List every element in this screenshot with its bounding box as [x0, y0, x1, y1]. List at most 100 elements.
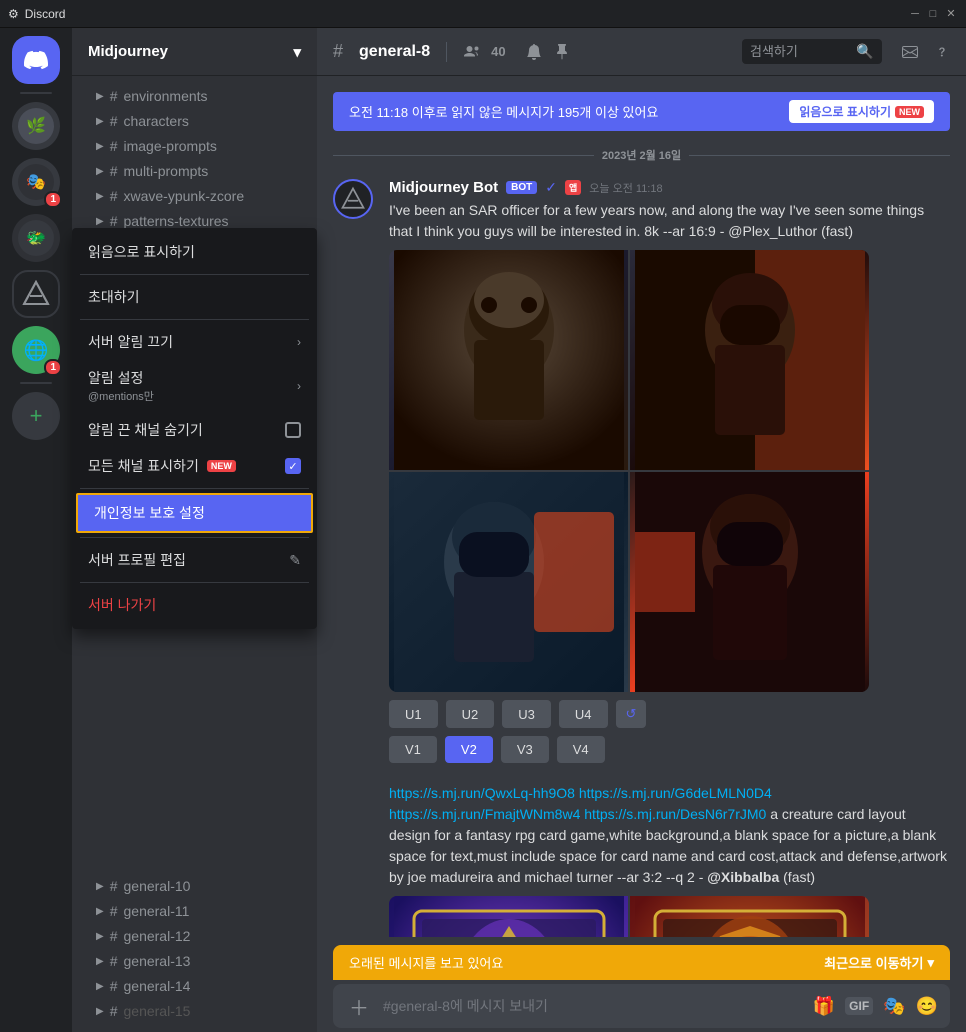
link-4[interactable]: https://s.mj.run/DesN6r7rJM0 [584, 806, 766, 822]
link-3[interactable]: https://s.mj.run/FmajtWNm8w4 [389, 806, 580, 822]
channel-arrow: ▶ [96, 191, 104, 202]
mark-read-button[interactable]: 읽음으로 표시하기 NEW [789, 100, 934, 123]
svg-text:🌿: 🌿 [26, 116, 46, 135]
channel-item-xwave[interactable]: ▶ # xwave-ypunk-zcore [80, 184, 309, 208]
add-attachment-button[interactable]: ＋ [345, 992, 373, 1020]
channel-arrow: ▶ [96, 981, 104, 992]
messages-area[interactable]: 오전 11:18 이후로 읽지 않은 메시지가 195개 이상 있어요 읽음으로… [317, 76, 966, 937]
channel-item-environments[interactable]: ▶ # environments [80, 84, 309, 108]
sticker-icon[interactable]: 🎭 [883, 996, 905, 1017]
search-input[interactable] [750, 44, 850, 59]
notification-badge-4: 1 [44, 359, 62, 376]
message-2-links: https://s.mj.run/QwxLq-hh9O8 https://s.m… [389, 783, 950, 888]
channel-item-general-15[interactable]: ▶ # general-15 [80, 999, 309, 1023]
channel-hash-icon: # [110, 978, 118, 994]
message-input[interactable] [383, 998, 803, 1014]
link-2[interactable]: https://s.mj.run/G6deLMLN0D4 [579, 785, 772, 801]
channel-hash-icon: # [110, 213, 118, 229]
channel-item-general-11[interactable]: ▶ # general-11 [80, 899, 309, 923]
context-notification-settings[interactable]: 알림 설정 @mentions만 › [72, 360, 317, 412]
context-invite[interactable]: 초대하기 [72, 279, 317, 315]
u4-button[interactable]: U4 [559, 700, 608, 728]
server-icon-3[interactable]: 🐲 [12, 214, 60, 262]
titlebar-left: ⚙ Discord [8, 7, 65, 21]
gift-icon[interactable]: 🎁 [813, 996, 835, 1017]
emoji-icon[interactable]: 😊 [916, 996, 938, 1017]
channel-hash-icon: # [110, 953, 118, 969]
context-privacy-settings[interactable]: 개인정보 보호 설정 [76, 493, 313, 533]
context-menu: 읽음으로 표시하기 초대하기 서버 알림 끄기 › 알림 설정 @mention… [72, 228, 317, 629]
checkbox-icon [285, 422, 301, 438]
server-header[interactable]: Midjourney ▾ [72, 28, 317, 76]
minimize-button[interactable]: ─ [908, 7, 922, 21]
channel-item-image-prompts[interactable]: ▶ # image-prompts [80, 134, 309, 158]
message-2-spacer [333, 783, 373, 937]
old-messages-notice: 오래된 메시지를 보고 있어요 최근으로 이동하기 ▾ [333, 945, 950, 980]
channel-item-general-14[interactable]: ▶ # general-14 [80, 974, 309, 998]
channel-header-name: general-8 [359, 43, 430, 61]
titlebar-controls[interactable]: ─ □ ✕ [908, 7, 958, 21]
channel-item-general-12[interactable]: ▶ # general-12 [80, 924, 309, 948]
channel-item-general-10[interactable]: ▶ # general-10 [80, 874, 309, 898]
inbox-icon[interactable] [902, 44, 918, 60]
server-icon-midjourney[interactable] [12, 270, 60, 318]
message-1: Midjourney Bot BOT ✓ 앱 오늘 오전 11:18 I've … [333, 179, 950, 767]
context-hide-muted[interactable]: 알림 끈 채널 숨기기 [72, 412, 317, 448]
channel-item-multi-prompts[interactable]: ▶ # multi-prompts [80, 159, 309, 183]
message-text: I've been an SAR officer for a few years… [389, 202, 924, 239]
add-server-button[interactable]: + [12, 392, 60, 440]
v1-button[interactable]: V1 [389, 736, 437, 763]
context-item-sub: @mentions만 [88, 388, 154, 404]
context-separator-4 [80, 537, 309, 538]
pin-icon[interactable] [554, 44, 570, 60]
context-mute-server[interactable]: 서버 알림 끄기 › [72, 324, 317, 360]
notification-badge: 1 [44, 191, 62, 208]
channel-hash-icon: # [110, 163, 118, 179]
maximize-button[interactable]: □ [926, 7, 940, 21]
close-button[interactable]: ✕ [944, 7, 958, 21]
message-1-header: Midjourney Bot BOT ✓ 앱 오늘 오전 11:18 [389, 179, 950, 196]
u2-button[interactable]: U2 [446, 700, 495, 728]
discord-logo: ⚙ [8, 7, 19, 21]
message-2-body: https://s.mj.run/QwxLq-hh9O8 https://s.m… [389, 783, 950, 937]
message-1-content: I've been an SAR officer for a few years… [389, 200, 950, 242]
channel-name: environments [124, 88, 208, 104]
v3-button[interactable]: V3 [501, 736, 549, 763]
context-separator-5 [80, 582, 309, 583]
v2-button[interactable]: V2 [445, 736, 493, 763]
channel-hash-large-icon: # [333, 41, 343, 62]
context-item-label: 개인정보 보호 설정 [94, 503, 205, 523]
context-item-label: 모든 채널 표시하기 [88, 456, 199, 476]
context-item-content: 알림 설정 @mentions만 [88, 368, 154, 404]
server-icon-4[interactable]: 🌐 1 [12, 326, 60, 374]
search-box[interactable]: 🔍 [742, 39, 882, 64]
fast-text: (fast) [783, 869, 815, 885]
help-icon[interactable] [934, 44, 950, 60]
channel-hash-icon: # [110, 113, 118, 129]
discord-home-icon[interactable] [12, 36, 60, 84]
gif-button[interactable]: GIF [845, 997, 873, 1015]
members-icon[interactable] [463, 44, 479, 60]
refresh-button[interactable]: ↺ [616, 700, 647, 728]
new-badge-icon: NEW [895, 106, 924, 118]
u3-button[interactable]: U3 [502, 700, 551, 728]
context-show-all-channels[interactable]: 모든 채널 표시하기 NEW ✓ [72, 448, 317, 484]
u1-button[interactable]: U1 [389, 700, 438, 728]
context-separator-3 [80, 488, 309, 489]
v4-button[interactable]: V4 [557, 736, 605, 763]
context-leave-server[interactable]: 서버 나가기 [72, 587, 317, 623]
channel-arrow: ▶ [96, 91, 104, 102]
context-mark-read[interactable]: 읽음으로 표시하기 [72, 234, 317, 270]
notification-icon[interactable] [526, 44, 542, 60]
context-edit-profile[interactable]: 서버 프로필 편집 ✎ [72, 542, 317, 578]
channel-item-characters[interactable]: ▶ # characters [80, 109, 309, 133]
server-icon-1[interactable]: 🌿 [12, 102, 60, 150]
jump-latest-button[interactable]: 최근으로 이동하기 ▾ [824, 953, 934, 972]
server-icon-2[interactable]: 🎭 1 [12, 158, 60, 206]
action-buttons-row2: V1 V2 V3 V4 [389, 736, 950, 763]
pilot-image-4 [630, 472, 869, 692]
link-1[interactable]: https://s.mj.run/QwxLq-hh9O8 [389, 785, 575, 801]
channel-item-general-13[interactable]: ▶ # general-13 [80, 949, 309, 973]
message-2: https://s.mj.run/QwxLq-hh9O8 https://s.m… [333, 783, 950, 937]
channel-hash-icon: # [110, 88, 118, 104]
